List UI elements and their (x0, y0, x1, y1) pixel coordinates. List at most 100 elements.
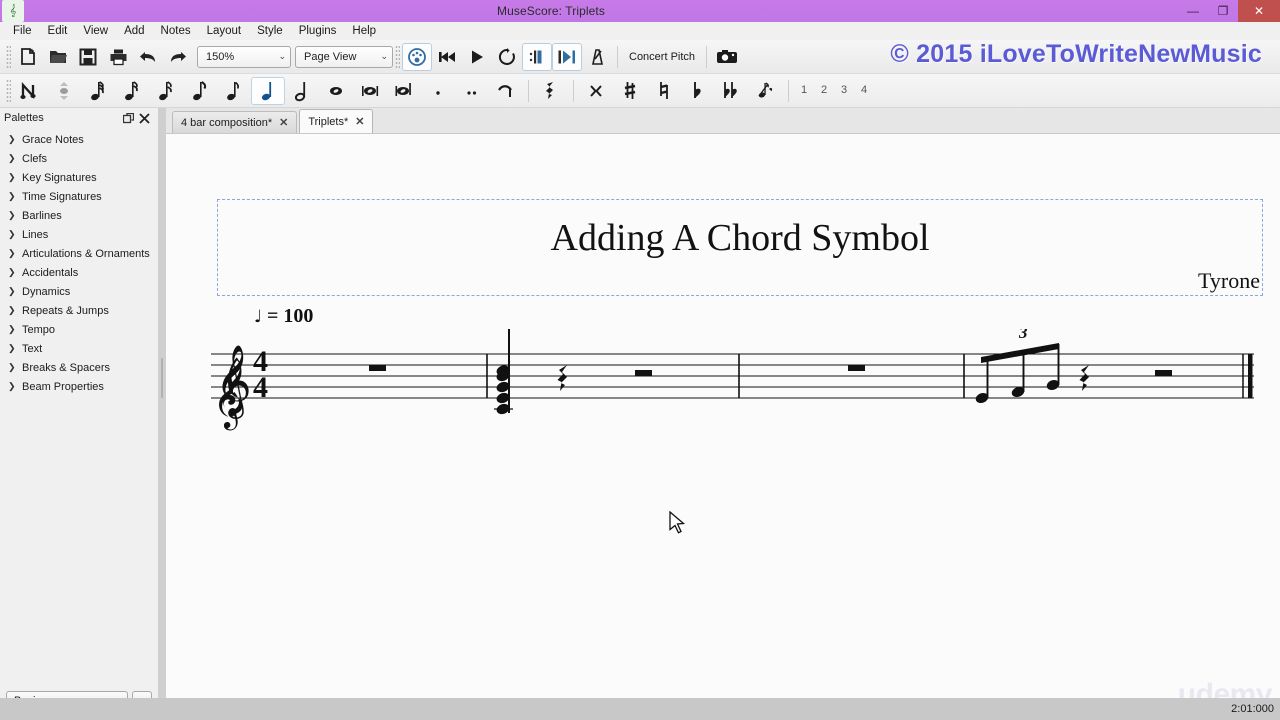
menu-notes[interactable]: Notes (153, 23, 199, 39)
musescore-icon: 𝄞 (2, 0, 24, 22)
concert-pitch-button[interactable]: Concert Pitch (623, 51, 701, 63)
close-icon[interactable]: ✕ (355, 115, 364, 128)
rest-button[interactable] (534, 77, 568, 105)
double-flat-button[interactable] (715, 77, 749, 105)
menu-add[interactable]: Add (116, 23, 152, 39)
duration-32nd-button[interactable] (115, 77, 149, 105)
view-mode-combobox[interactable]: Page View ⌄ (295, 45, 393, 68)
view-mode-value: Page View (304, 50, 357, 63)
toolbar-separator-2 (706, 45, 708, 68)
undock-icon[interactable] (120, 110, 136, 126)
palette-item-accidentals[interactable]: ❯ Accidentals (0, 263, 158, 282)
rewind-icon[interactable] (432, 43, 462, 71)
chevron-down-icon: ⌄ (380, 51, 388, 61)
duration-breve-button[interactable] (353, 77, 387, 105)
close-icon[interactable]: ✕ (279, 116, 288, 129)
palette-item-time-signatures[interactable]: ❯ Time Signatures (0, 187, 158, 206)
palette-item-dynamics[interactable]: ❯ Dynamics (0, 282, 158, 301)
toolbar-grip-2[interactable] (395, 44, 400, 69)
grace-note-button[interactable] (749, 77, 783, 105)
image-capture-icon[interactable] (712, 43, 742, 71)
palette-item-clefs[interactable]: ❯ Clefs (0, 149, 158, 168)
duration-quarter-button[interactable] (251, 76, 285, 105)
palette-item-breaks-spacers[interactable]: ❯ Breaks & Spacers (0, 358, 158, 377)
palette-item-tempo[interactable]: ❯ Tempo (0, 320, 158, 339)
flat-button[interactable] (681, 77, 715, 105)
natural-button[interactable] (647, 77, 681, 105)
voice-4-button[interactable]: 4 (854, 77, 874, 105)
menu-view[interactable]: View (75, 23, 116, 39)
menu-plugins[interactable]: Plugins (291, 23, 345, 39)
close-button[interactable]: ✕ (1238, 0, 1280, 22)
loop-icon[interactable] (492, 43, 522, 71)
note-input-mode-button[interactable] (13, 77, 47, 105)
double-sharp-button[interactable] (579, 77, 613, 105)
palettes-panel: Palettes ❯ Grace Notes ❯ Clefs ❯ Key Signat… (0, 108, 158, 720)
augmentation-dot-button[interactable] (421, 77, 455, 105)
new-score-icon[interactable] (13, 43, 43, 71)
score-scroll-area[interactable]: Adding A Chord Symbol Tyrone ♩ = 100 𝄞 4… (166, 134, 1280, 720)
chevron-right-icon: ❯ (8, 324, 16, 334)
palette-item-label: Dynamics (22, 285, 71, 298)
duration-half-button[interactable] (285, 77, 319, 105)
tab-triplets[interactable]: Triplets* ✕ (299, 109, 374, 133)
metronome-icon[interactable] (582, 43, 612, 71)
play-repeats-icon[interactable] (522, 42, 552, 71)
toolbar-grip[interactable] (6, 44, 11, 69)
palette-item-grace-notes[interactable]: ❯ Grace Notes (0, 130, 158, 149)
palette-item-text[interactable]: ❯ Text (0, 339, 158, 358)
voice-2-button[interactable]: 2 (814, 77, 834, 105)
palette-item-beam-properties[interactable]: ❯ Beam Properties (0, 377, 158, 396)
panel-splitter[interactable] (158, 108, 166, 720)
title-bar: 𝄞 MuseScore: Triplets — ❐ ✕ (0, 0, 1280, 22)
zoom-combobox[interactable]: 150% ⌄ (197, 45, 291, 68)
duration-8th-button[interactable] (183, 77, 217, 105)
duration-64th-button[interactable] (81, 77, 115, 105)
voice-3-button[interactable]: 3 (834, 77, 854, 105)
tempo-marking[interactable]: ♩ = 100 (254, 305, 313, 328)
open-score-icon[interactable] (43, 43, 73, 71)
tie-button[interactable] (489, 77, 523, 105)
menu-help[interactable]: Help (344, 23, 384, 39)
score-composer[interactable]: Tyrone (1198, 268, 1260, 294)
duration-longa-button[interactable] (387, 77, 421, 105)
voice-1-button[interactable]: 1 (794, 77, 814, 105)
palette-item-barlines[interactable]: ❯ Barlines (0, 206, 158, 225)
chevron-right-icon: ❯ (8, 210, 16, 220)
zoom-value: 150% (206, 50, 235, 63)
sharp-button[interactable] (613, 77, 647, 105)
menu-layout[interactable]: Layout (199, 23, 250, 39)
copyright-watermark: © 2015 iLoveToWriteNewMusic (890, 40, 1262, 68)
midi-input-icon[interactable] (402, 42, 432, 71)
redo-icon[interactable] (163, 43, 193, 71)
score-title[interactable]: Adding A Chord Symbol (218, 216, 1262, 260)
duration-whole-button[interactable] (319, 77, 353, 105)
minimize-button[interactable]: — (1178, 0, 1208, 22)
close-icon[interactable] (136, 110, 152, 126)
save-score-icon[interactable] (73, 43, 103, 71)
palette-item-label: Breaks & Spacers (22, 361, 111, 374)
palette-item-lines[interactable]: ❯ Lines (0, 225, 158, 244)
pan-score-icon[interactable] (552, 42, 582, 71)
menu-style[interactable]: Style (249, 23, 291, 39)
menu-edit[interactable]: Edit (40, 23, 76, 39)
palette-item-articulations-ornaments[interactable]: ❯ Articulations & Ornaments (0, 244, 158, 263)
palette-item-key-signatures[interactable]: ❯ Key Signatures (0, 168, 158, 187)
undo-icon[interactable] (133, 43, 163, 71)
music-system[interactable]: 𝄞 4 4 3 (211, 321, 1261, 449)
print-icon[interactable] (103, 43, 133, 71)
svg-text:3: 3 (1018, 329, 1028, 342)
play-icon[interactable] (462, 43, 492, 71)
score-title-frame[interactable]: Adding A Chord Symbol Tyrone (217, 199, 1263, 296)
tab-4-bar-composition[interactable]: 4 bar composition* ✕ (172, 111, 298, 133)
pitch-updown-button[interactable] (47, 77, 81, 105)
note-toolbar-grip[interactable] (6, 78, 11, 103)
restore-button[interactable]: ❐ (1208, 0, 1238, 22)
duration-16th-button[interactable] (149, 77, 183, 105)
chevron-right-icon: ❯ (8, 267, 16, 277)
duration-8th-alt-button[interactable] (217, 77, 251, 105)
double-dot-button[interactable] (455, 77, 489, 105)
voice-separator (788, 79, 789, 102)
palette-item-repeats-jumps[interactable]: ❯ Repeats & Jumps (0, 301, 158, 320)
menu-file[interactable]: File (5, 23, 40, 39)
